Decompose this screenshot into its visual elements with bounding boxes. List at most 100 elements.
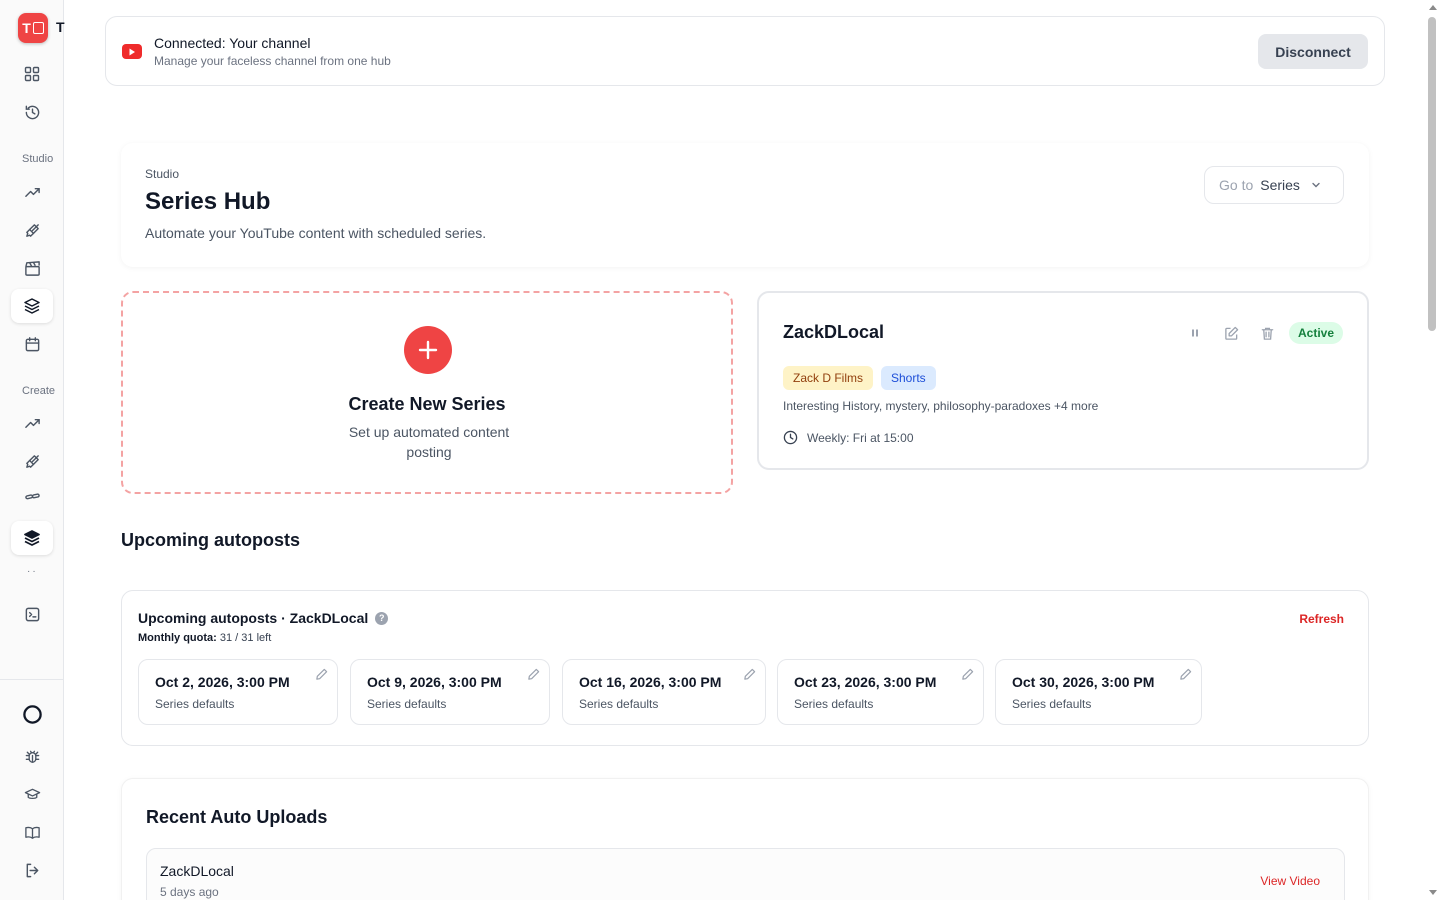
circle-icon <box>22 704 42 724</box>
sidebar-item-terminal[interactable] <box>20 602 44 626</box>
series-card[interactable]: ZackDLocal Active Zack D Films Shorts In… <box>757 291 1369 470</box>
series-name: ZackDLocal <box>783 322 885 342</box>
connection-subtitle: Manage your faceless channel from one hu… <box>154 54 391 68</box>
upcoming-card-title: Upcoming autoposts · ZackDLocal ? <box>138 610 389 626</box>
clapperboard-icon <box>24 260 40 276</box>
slot-source: Series defaults <box>367 697 447 711</box>
upcoming-autoposts-card: Upcoming autoposts · ZackDLocal ? Monthl… <box>121 590 1369 746</box>
series-hub-header: Studio Series Hub Automate your YouTube … <box>121 143 1369 267</box>
sidebar-section-create: Create <box>22 385 56 397</box>
sidebar-item-calendar[interactable] <box>20 332 44 356</box>
clock-icon <box>783 430 798 445</box>
upload-channel-name: ZackDLocal <box>160 863 234 879</box>
quota-value: 31 / 31 left <box>219 632 272 644</box>
slot-source: Series defaults <box>579 697 659 711</box>
edit-series-button[interactable] <box>1221 323 1241 343</box>
layers-icon <box>24 530 40 546</box>
graduation-cap-icon <box>24 788 40 799</box>
series-tags: Zack D Films Shorts <box>783 366 944 390</box>
paintbrush-icon <box>25 454 39 468</box>
sidebar-item-logout[interactable] <box>20 858 44 882</box>
slot-source: Series defaults <box>794 697 874 711</box>
terminal-icon <box>25 607 39 621</box>
page-title: Series Hub <box>145 188 271 215</box>
sidebar-item-create-brush[interactable] <box>20 449 44 473</box>
autopost-slot[interactable]: Oct 23, 2026, 3:00 PM Series defaults <box>777 659 984 725</box>
page-subtitle: Automate your YouTube content with sched… <box>145 225 487 241</box>
sidebar-item-brush[interactable] <box>20 218 44 242</box>
sidebar-item-series-studio[interactable] <box>11 289 53 323</box>
slot-date: Oct 2, 2026, 3:00 PM <box>155 674 290 690</box>
history-icon <box>25 105 39 119</box>
pencil-icon[interactable] <box>315 668 328 681</box>
logo-text: T <box>56 19 65 35</box>
sidebar-item-create-trending[interactable] <box>20 411 44 435</box>
sidebar-item-dashboard[interactable] <box>20 62 44 86</box>
goto-selected-value: Series <box>1260 177 1300 193</box>
connection-title: Connected: Your channel <box>154 35 311 51</box>
paintbrush-icon <box>25 223 39 237</box>
logo-letter: T <box>22 20 31 36</box>
status-badge: Active <box>1289 322 1344 344</box>
pause-button[interactable] <box>1185 323 1205 343</box>
channel-connection-bar: Connected: Your channel Manage your face… <box>105 16 1385 86</box>
sidebar-item-docs[interactable] <box>20 820 44 844</box>
disconnect-button[interactable]: Disconnect <box>1258 34 1368 69</box>
sidebar-divider <box>0 679 64 680</box>
recent-uploads-card: Recent Auto Uploads ZackDLocal 5 days ag… <box>121 778 1369 900</box>
more-dots-icon[interactable]: ·· <box>27 566 38 577</box>
create-series-title: Create New Series <box>348 394 506 414</box>
pencil-icon[interactable] <box>527 668 540 681</box>
sidebar-item-create-link[interactable] <box>20 484 44 508</box>
slot-date: Oct 9, 2026, 3:00 PM <box>367 674 502 690</box>
upcoming-heading: Upcoming autoposts <box>121 530 300 550</box>
help-icon[interactable]: ? <box>375 611 389 625</box>
link-icon <box>24 492 40 499</box>
sidebar-item-create-series[interactable] <box>11 521 53 555</box>
sidebar-item-trending[interactable] <box>20 180 44 204</box>
bug-icon <box>25 750 39 763</box>
autopost-slot[interactable]: Oct 2, 2026, 3:00 PM Series defaults <box>138 659 338 725</box>
pencil-icon[interactable] <box>743 668 756 681</box>
pause-icon <box>1192 329 1198 337</box>
pencil-icon[interactable] <box>961 668 974 681</box>
view-video-link[interactable]: View Video <box>1260 874 1320 888</box>
youtube-icon <box>122 44 142 59</box>
sidebar-item-bug-report[interactable] <box>20 744 44 768</box>
slot-date: Oct 30, 2026, 3:00 PM <box>1012 674 1155 690</box>
autopost-slot[interactable]: Oct 16, 2026, 3:00 PM Series defaults <box>562 659 766 725</box>
plus-icon <box>404 326 452 374</box>
upload-row: ZackDLocal 5 days ago View Video <box>146 848 1345 900</box>
pencil-icon[interactable] <box>1179 668 1192 681</box>
series-topics: Interesting History, mystery, philosophy… <box>783 399 1099 413</box>
slot-source: Series defaults <box>155 697 235 711</box>
goto-select[interactable]: Go to Series <box>1204 166 1344 204</box>
trending-up-icon <box>24 187 40 197</box>
sidebar-item-learn[interactable] <box>20 782 44 806</box>
logout-icon <box>26 863 38 877</box>
slot-date: Oct 16, 2026, 3:00 PM <box>579 674 722 690</box>
monthly-quota: Monthly quota: 31 / 31 left <box>138 632 271 644</box>
sidebar-item-profile[interactable] <box>20 702 44 726</box>
app-logo[interactable]: T <box>18 13 48 43</box>
autopost-slot[interactable]: Oct 30, 2026, 3:00 PM Series defaults <box>995 659 1202 725</box>
delete-series-button[interactable] <box>1257 323 1277 343</box>
create-series-subtitle: Set up automated content posting <box>348 424 510 460</box>
scroll-thumb[interactable] <box>1428 17 1436 331</box>
trending-up-icon <box>24 418 40 428</box>
tag-style: Zack D Films <box>783 366 873 390</box>
slot-source: Series defaults <box>1012 697 1092 711</box>
autopost-slot[interactable]: Oct 9, 2026, 3:00 PM Series defaults <box>350 659 550 725</box>
create-series-card[interactable]: Create New Series Set up automated conte… <box>121 291 733 494</box>
refresh-button[interactable]: Refresh <box>1299 612 1344 626</box>
series-schedule-text: Weekly: Fri at 15:00 <box>807 430 914 445</box>
scroll-down-icon[interactable] <box>1429 890 1437 895</box>
tag-format: Shorts <box>881 366 936 390</box>
upload-time: 5 days ago <box>160 885 219 899</box>
upcoming-card-title-text: Upcoming autoposts · ZackDLocal <box>138 610 369 626</box>
sidebar-item-history[interactable] <box>20 100 44 124</box>
book-open-icon <box>24 826 40 839</box>
scroll-up-icon[interactable] <box>1429 5 1437 10</box>
sidebar-item-clapper[interactable] <box>20 256 44 280</box>
page-scrollbar[interactable] <box>1426 0 1440 900</box>
